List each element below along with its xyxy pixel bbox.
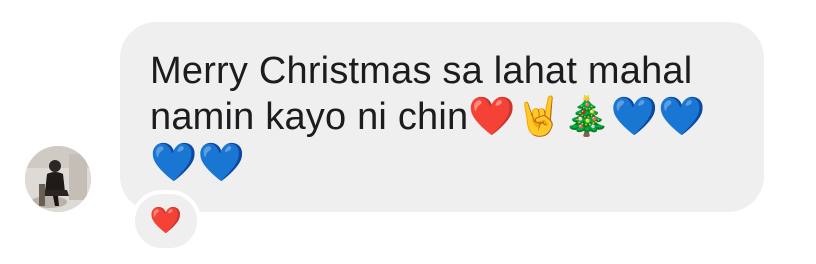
sender-avatar[interactable] <box>25 146 91 212</box>
reaction-badge[interactable]: ❤️ <box>131 190 201 252</box>
avatar-photo <box>25 146 91 212</box>
message-text: Merry Christmas sa lahat mahal namin kay… <box>150 50 706 184</box>
heart-reaction-icon: ❤️ <box>149 206 183 236</box>
message-bubble[interactable]: Merry Christmas sa lahat mahal namin kay… <box>120 22 764 212</box>
